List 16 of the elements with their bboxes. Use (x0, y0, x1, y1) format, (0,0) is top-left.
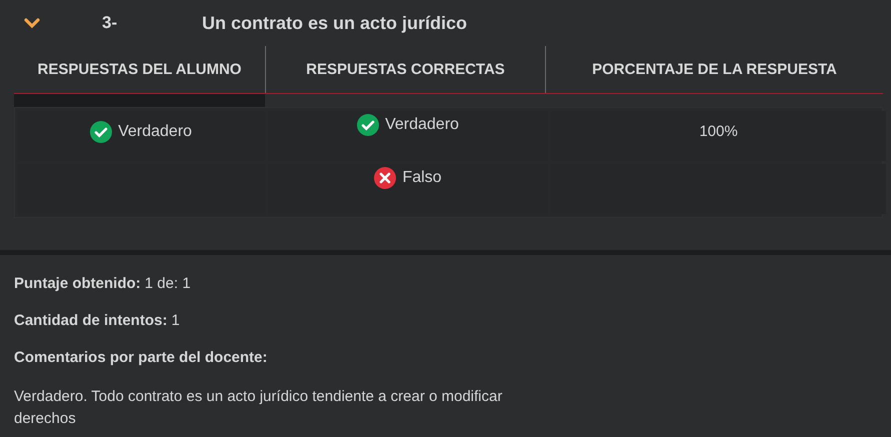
comments-label: Comentarios por parte del docente: (14, 349, 268, 366)
column-header: PORCENTAJE DE LA RESPUESTA (592, 61, 837, 78)
percentage-text: 100% (699, 123, 738, 140)
summary-label: Puntaje obtenido: (14, 275, 141, 292)
question-title: Un contrato es un acto jurídico (202, 12, 468, 34)
summary-label: Cantidad de intentos: (14, 312, 168, 329)
chevron-icon[interactable] (24, 17, 40, 29)
column-header: RESPUESTAS DEL ALUMNO (38, 61, 242, 78)
answer-text: Verdadero (385, 116, 459, 134)
summary-value: 1 de: 1 (144, 275, 191, 292)
comment-text: Verdadero. Todo contrato es un acto jurídico tendiente a crear o modificar derechos (14, 387, 504, 429)
summary-value: 1 (171, 312, 180, 329)
answer-text: Falso (402, 169, 442, 187)
answer-text: Verdadero (118, 123, 192, 141)
column-header: RESPUESTAS CORRECTAS (306, 61, 505, 78)
question-number: 3- (102, 13, 118, 33)
